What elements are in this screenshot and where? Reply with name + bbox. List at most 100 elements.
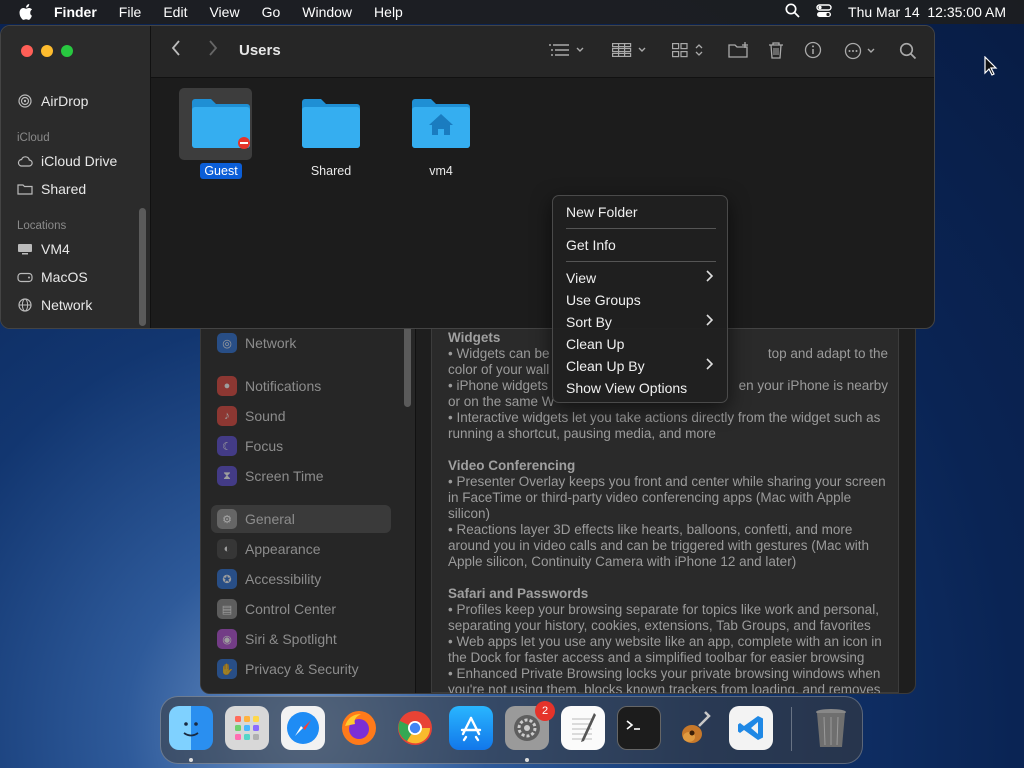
content-text: en your iPhone is nearby (738, 378, 888, 393)
menu-item-sort-by[interactable]: Sort By (566, 314, 612, 330)
dock (160, 696, 863, 764)
menu-view[interactable]: View (198, 4, 250, 20)
airdrop-icon (17, 94, 33, 108)
sidebar-section-icloud: iCloud (17, 132, 50, 144)
dock-launchpad-icon[interactable] (225, 706, 269, 750)
disk-icon (17, 272, 33, 283)
settings-item-screen-time[interactable]: ⧗ Screen Time (211, 462, 391, 490)
settings-item-network[interactable]: ◎ Network (211, 329, 391, 357)
sidebar-item-macos[interactable]: MacOS (17, 269, 88, 285)
sidebar-item-label: MacOS (41, 269, 88, 285)
spotlight-search-icon[interactable] (785, 3, 800, 21)
focus-moon-icon: ☾ (217, 436, 237, 456)
network-icon: ◎ (217, 333, 237, 353)
folder-label: vm4 (429, 164, 453, 178)
gear-icon: ⚙ (217, 509, 237, 529)
menu-item-view[interactable]: View (566, 270, 596, 286)
content-text: • Interactive widgets let you take actio… (448, 410, 881, 441)
menu-go[interactable]: Go (251, 4, 292, 20)
sidebar-item-label: Network (41, 297, 93, 313)
dock-textedit-icon[interactable] (561, 706, 605, 750)
menubar-clock[interactable]: Thu Mar 14 12:35:00 AM (848, 4, 1006, 20)
settings-item-sound[interactable]: ♪ Sound (211, 402, 391, 430)
settings-item-notifications[interactable]: ● Notifications (211, 372, 391, 400)
sidebar-item-network[interactable]: Network (17, 297, 92, 313)
sidebar-section-locations: Locations (17, 220, 67, 232)
dock-vscode-icon[interactable] (729, 706, 773, 750)
folder-icon (192, 99, 250, 149)
dock-terminal-icon[interactable] (617, 706, 661, 750)
folder-label: Shared (310, 164, 352, 178)
folder-vm4[interactable]: vm4 (406, 96, 476, 180)
sidebar-item-vm4[interactable]: VM4 (17, 241, 70, 257)
apple-menu-icon[interactable] (0, 4, 52, 20)
sound-icon: ♪ (217, 406, 237, 426)
menu-item-new-folder[interactable]: New Folder (566, 204, 638, 220)
menu-item-use-groups[interactable]: Use Groups (566, 292, 641, 308)
sidebar-scrollbar[interactable] (139, 208, 146, 326)
dock-safari-icon[interactable] (281, 706, 325, 750)
menu-edit[interactable]: Edit (152, 4, 198, 20)
submenu-chevron-icon (706, 314, 714, 329)
search-icon[interactable] (899, 42, 917, 60)
zoom-window-button[interactable] (61, 45, 73, 57)
group-view-icon[interactable] (612, 43, 648, 57)
settings-item-focus[interactable]: ☾ Focus (211, 432, 391, 460)
settings-sidebar-scrollbar[interactable] (404, 321, 411, 407)
shared-folder-icon (17, 183, 33, 195)
settings-item-control-center[interactable]: ▤ Control Center (211, 595, 391, 623)
new-folder-icon[interactable] (728, 41, 750, 59)
settings-item-label: Sound (245, 408, 286, 424)
menu-item-get-info[interactable]: Get Info (566, 237, 616, 253)
settings-item-appearance[interactable]: ◐ Appearance (211, 535, 391, 563)
finder-sidebar: AirDrop iCloud iCloud Drive Shared Locat… (1, 26, 151, 328)
folder-label: Guest (200, 163, 242, 179)
finder-window: AirDrop iCloud iCloud Drive Shared Locat… (0, 25, 935, 329)
control-center-icon[interactable] (816, 3, 832, 21)
dock-garageband-icon[interactable] (673, 706, 717, 750)
close-window-button[interactable] (21, 45, 33, 57)
menu-item-clean-up-by[interactable]: Clean Up By (566, 358, 645, 374)
trash-icon[interactable] (768, 41, 784, 59)
menu-separator (566, 228, 716, 229)
control-center-icon: ▤ (217, 599, 237, 619)
mouse-cursor-icon (984, 55, 998, 81)
menu-item-show-view-options[interactable]: Show View Options (566, 380, 687, 396)
content-text: top and adapt to the (767, 346, 888, 361)
settings-item-general[interactable]: ⚙ General (211, 505, 391, 533)
menu-file[interactable]: File (108, 4, 153, 20)
dock-chrome-icon[interactable] (393, 706, 437, 750)
menu-app-name[interactable]: Finder (52, 4, 108, 20)
dock-app-store-icon[interactable] (449, 706, 493, 750)
menu-window[interactable]: Window (291, 4, 363, 20)
menu-help[interactable]: Help (363, 4, 414, 20)
icon-view-icon[interactable] (672, 42, 706, 58)
dock-trash-icon[interactable] (809, 706, 853, 750)
list-view-icon[interactable] (549, 43, 585, 57)
forward-chevron-icon[interactable] (208, 40, 218, 56)
minimize-window-button[interactable] (41, 45, 53, 57)
running-indicator (189, 758, 193, 762)
content-text: • Widgets can be (448, 346, 550, 361)
folder-guest[interactable]: Guest (179, 88, 256, 180)
settings-item-siri[interactable]: ◉ Siri & Spotlight (211, 625, 391, 653)
siri-icon: ◉ (217, 629, 237, 649)
sidebar-item-icloud-drive[interactable]: iCloud Drive (17, 153, 117, 169)
hourglass-icon: ⧗ (217, 466, 237, 486)
window-title: Users (239, 42, 281, 59)
menu-item-clean-up[interactable]: Clean Up (566, 336, 624, 352)
back-chevron-icon[interactable] (171, 40, 181, 56)
sidebar-item-shared[interactable]: Shared (17, 181, 86, 197)
more-actions-icon[interactable] (844, 42, 880, 60)
folder-shared[interactable]: Shared (296, 96, 366, 180)
sidebar-item-airdrop[interactable]: AirDrop (17, 93, 88, 109)
info-icon[interactable] (804, 41, 822, 59)
content-text: • Reactions layer 3D effects like hearts… (448, 522, 869, 569)
folder-icon (302, 99, 360, 148)
dock-firefox-icon[interactable] (337, 706, 381, 750)
settings-sidebar: ◎ Network ● Notifications ♪ Sound ☾ Focu… (201, 321, 416, 693)
section-heading: Safari and Passwords (448, 586, 589, 601)
settings-item-accessibility[interactable]: ✪ Accessibility (211, 565, 391, 593)
settings-item-privacy[interactable]: ✋ Privacy & Security (211, 655, 391, 683)
dock-finder-icon[interactable] (169, 706, 213, 750)
